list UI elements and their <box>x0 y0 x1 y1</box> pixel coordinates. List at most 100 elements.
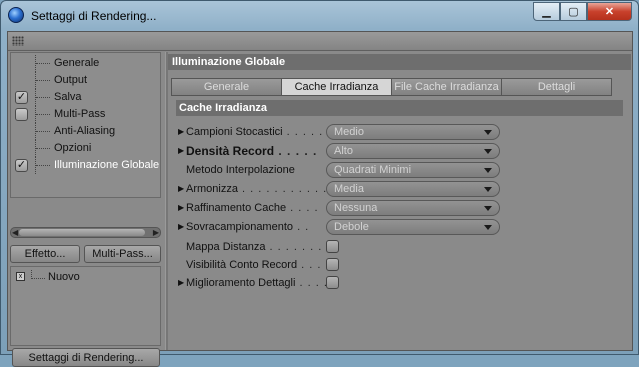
sidebar-item-multipass[interactable]: Multi-Pass <box>11 106 160 123</box>
list-item-label: Nuovo <box>48 271 80 283</box>
param-label: Sovracampionamento <box>186 221 294 233</box>
armonizza-dropdown[interactable]: Media <box>326 181 500 197</box>
param-sovracampionamento: ▶ Sovracampionamento . . Debole <box>178 219 618 236</box>
list-item[interactable]: x Nuovo <box>11 270 160 285</box>
param-mappa-distanza: Mappa Distanza . . . . . . . . . <box>178 239 618 256</box>
sidebar-item-label: Anti-Aliasing <box>54 125 116 137</box>
minimize-button[interactable]: ▁ <box>533 2 560 21</box>
sidebar-item-label: Illuminazione Globale <box>54 159 160 171</box>
chevron-down-icon <box>484 149 492 154</box>
enable-checkbox[interactable] <box>15 108 28 121</box>
render-settings-window: Settaggi di Rendering... ▁ ▢ ✕ Generale … <box>0 0 639 367</box>
dropdown-value: Medio <box>334 126 364 138</box>
sidebar-item-label: Multi-Pass <box>54 108 106 120</box>
section-title: Illuminazione Globale <box>168 54 631 70</box>
param-label: Visibilità Conto Record <box>186 259 298 271</box>
settings-tree: Generale Output ✓ Salva Multi-Pass Anti-… <box>10 52 161 198</box>
sidebar-item-generale[interactable]: Generale <box>11 55 160 72</box>
subsection-title: Cache Irradianza <box>176 100 623 116</box>
enable-checkbox[interactable]: ✓ <box>15 159 28 172</box>
tree-connector <box>35 106 51 123</box>
expand-arrow-icon[interactable]: ▶ <box>178 146 184 155</box>
chevron-down-icon <box>484 225 492 230</box>
chevron-down-icon <box>484 130 492 135</box>
param-dots: . . . . . <box>274 144 318 158</box>
horizontal-scrollbar[interactable]: ◀ ▶ <box>10 227 161 238</box>
maximize-button[interactable]: ▢ <box>560 2 587 21</box>
param-label: Raffinamento Cache <box>186 202 287 214</box>
tree-connector <box>35 72 51 89</box>
metodo-interpolazione-dropdown[interactable]: Quadrati Minimi <box>326 162 500 178</box>
tab-generale[interactable]: Generale <box>171 78 282 96</box>
render-settings-button[interactable]: Settaggi di Rendering... <box>12 348 160 367</box>
densita-record-dropdown[interactable]: Alto <box>326 143 500 159</box>
campioni-stocastici-dropdown[interactable]: Medio <box>326 124 500 140</box>
dropdown-value: Media <box>334 183 364 195</box>
mappa-distanza-checkbox[interactable] <box>326 240 339 253</box>
sidebar-item-anti-aliasing[interactable]: Anti-Aliasing <box>11 123 160 140</box>
expand-arrow-icon[interactable]: ▶ <box>178 184 184 193</box>
window-title: Settaggi di Rendering... <box>31 9 157 23</box>
param-dots: . . . . <box>297 259 330 271</box>
chevron-down-icon <box>484 187 492 192</box>
param-miglioramento-dettagli: ▶ Miglioramento Dettagli . . . . <box>178 275 618 292</box>
tab-cache-irradianza[interactable]: Cache Irradianza <box>281 78 392 96</box>
title-bar[interactable]: Settaggi di Rendering... ▁ ▢ ✕ <box>1 1 638 31</box>
param-dots: . . . . . . <box>282 126 332 138</box>
close-button[interactable]: ✕ <box>587 2 632 21</box>
sovracampionamento-dropdown[interactable]: Debole <box>326 219 500 235</box>
scrollbar-thumb[interactable] <box>19 229 145 236</box>
tab-dettagli[interactable]: Dettagli <box>501 78 612 96</box>
effects-list: x Nuovo <box>10 266 161 346</box>
effect-button[interactable]: Effetto... <box>10 245 80 263</box>
miglioramento-dettagli-checkbox[interactable] <box>326 276 339 289</box>
tree-connector <box>35 123 51 140</box>
expand-arrow-icon[interactable]: ▶ <box>178 222 184 231</box>
sidebar-item-label: Generale <box>54 57 100 69</box>
enable-checkbox[interactable]: ✓ <box>15 91 28 104</box>
expand-arrow-icon[interactable]: ▶ <box>178 203 184 212</box>
param-metodo-interpolazione: Metodo Interpolazione Quadrati Minimi <box>178 162 618 179</box>
grip-handle-icon[interactable] <box>12 36 24 46</box>
dialog-client-area: Generale Output ✓ Salva Multi-Pass Anti-… <box>7 31 633 367</box>
tree-connector <box>35 55 51 72</box>
tree-connector <box>35 140 51 157</box>
expand-arrow-icon[interactable]: ▶ <box>178 127 184 136</box>
visibilita-conto-record-checkbox[interactable] <box>326 258 339 271</box>
dropdown-value: Quadrati Minimi <box>334 164 412 176</box>
tab-file-cache-irradianza[interactable]: File Cache Irradianza <box>391 78 502 96</box>
scroll-right-icon[interactable]: ▶ <box>153 228 159 237</box>
cinema4d-app-icon <box>8 7 24 23</box>
tree-connector <box>31 270 45 279</box>
sidebar-item-label: Opzioni <box>54 142 92 154</box>
sidebar-item-output[interactable]: Output <box>11 72 160 89</box>
param-dots: . . . . <box>295 277 328 289</box>
param-label: Miglioramento Dettagli <box>186 277 296 289</box>
expand-arrow-icon[interactable]: ▶ <box>178 278 184 287</box>
param-densita-record: ▶ Densità Record . . . . . Alto <box>178 143 618 160</box>
tree-connector <box>35 157 51 174</box>
sidebar-item-illuminazione-globale[interactable]: ✓ Illuminazione Globale <box>11 157 160 174</box>
settings-sidebar: Generale Output ✓ Salva Multi-Pass Anti-… <box>8 52 163 367</box>
param-armonizza: ▶ Armonizza . . . . . . . . . . . . . . … <box>178 181 618 198</box>
toolbar <box>8 32 632 51</box>
param-campioni-stocastici: ▶ Campioni Stocastici . . . . . . Medio <box>178 124 618 141</box>
param-label: Metodo Interpolazione <box>186 164 295 176</box>
param-label: Campioni Stocastici <box>186 126 283 138</box>
param-dots: . . <box>293 221 310 233</box>
param-label: Armonizza <box>186 183 238 195</box>
scroll-left-icon[interactable]: ◀ <box>12 228 18 237</box>
preset-item-icon: x <box>16 272 25 281</box>
dropdown-value: Debole <box>334 221 369 233</box>
param-visibilita-conto-record: Visibilità Conto Record . . . . <box>178 257 618 274</box>
settings-content: Illuminazione Globale Generale Cache Irr… <box>168 52 631 350</box>
param-label: Densità Record <box>186 144 275 158</box>
raffinamento-cache-dropdown[interactable]: Nessuna <box>326 200 500 216</box>
chevron-down-icon <box>484 206 492 211</box>
param-dots: . . . . <box>286 202 319 214</box>
multipass-button[interactable]: Multi-Pass... <box>84 245 161 263</box>
dropdown-value: Alto <box>334 145 353 157</box>
chevron-down-icon <box>484 168 492 173</box>
sidebar-item-salva[interactable]: ✓ Salva <box>11 89 160 106</box>
sidebar-item-opzioni[interactable]: Opzioni <box>11 140 160 157</box>
